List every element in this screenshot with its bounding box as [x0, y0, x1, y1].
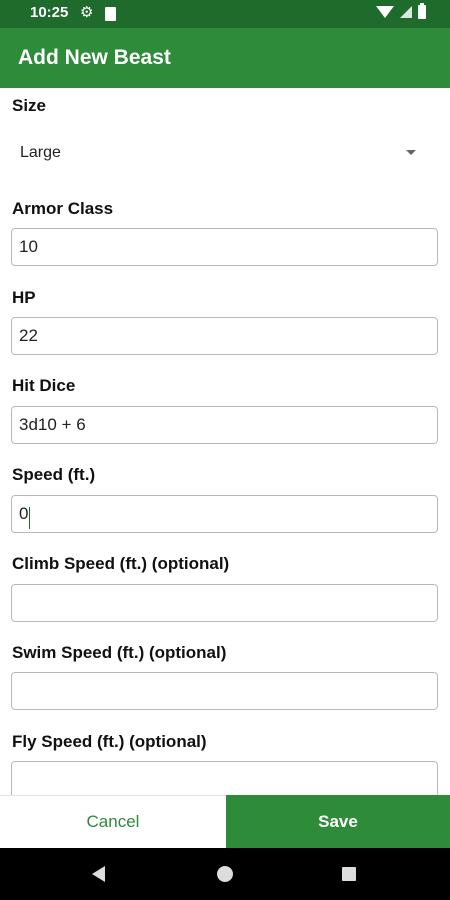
- beast-form: Size Large Armor Class HP Hit Dice Speed…: [0, 88, 450, 795]
- app-bar: Add New Beast: [0, 28, 450, 88]
- status-time: 10:25: [30, 4, 69, 21]
- status-bar: 10:25 ⚙: [0, 0, 450, 28]
- cancel-button[interactable]: Cancel: [0, 795, 226, 848]
- text-cursor: [29, 507, 30, 529]
- swim-speed-label: Swim Speed (ft.) (optional): [12, 643, 227, 662]
- system-nav-bar: [0, 848, 450, 900]
- climb-speed-label: Climb Speed (ft.) (optional): [12, 554, 230, 573]
- dropdown-arrow-icon: [406, 150, 416, 155]
- fly-speed-label: Fly Speed (ft.) (optional): [12, 732, 207, 751]
- fly-speed-input[interactable]: [11, 761, 438, 795]
- cell-signal-icon: [400, 6, 412, 18]
- status-indicators: [376, 3, 426, 19]
- sd-card-icon: [105, 7, 116, 21]
- speed-label: Speed (ft.): [12, 465, 96, 484]
- page-title: Add New Beast: [18, 46, 171, 69]
- back-icon[interactable]: [92, 866, 105, 882]
- hp-label: HP: [12, 288, 36, 307]
- hp-input[interactable]: [11, 317, 438, 355]
- hit-dice-label: Hit Dice: [12, 376, 76, 395]
- armor-class-input[interactable]: [11, 228, 438, 266]
- save-button[interactable]: Save: [226, 795, 450, 848]
- size-label: Size: [12, 96, 47, 115]
- swim-speed-input[interactable]: [11, 672, 438, 710]
- home-icon[interactable]: [217, 866, 233, 882]
- battery-icon: [418, 3, 426, 19]
- size-dropdown-value: Large: [20, 144, 61, 161]
- armor-class-label: Armor Class: [12, 199, 114, 218]
- wifi-icon: [376, 6, 394, 18]
- recents-icon[interactable]: [342, 867, 356, 881]
- size-dropdown[interactable]: Large: [12, 130, 430, 174]
- hit-dice-input[interactable]: [11, 406, 438, 444]
- speed-input[interactable]: [11, 495, 438, 533]
- climb-speed-input[interactable]: [11, 584, 438, 622]
- settings-gear-icon: ⚙: [80, 4, 94, 21]
